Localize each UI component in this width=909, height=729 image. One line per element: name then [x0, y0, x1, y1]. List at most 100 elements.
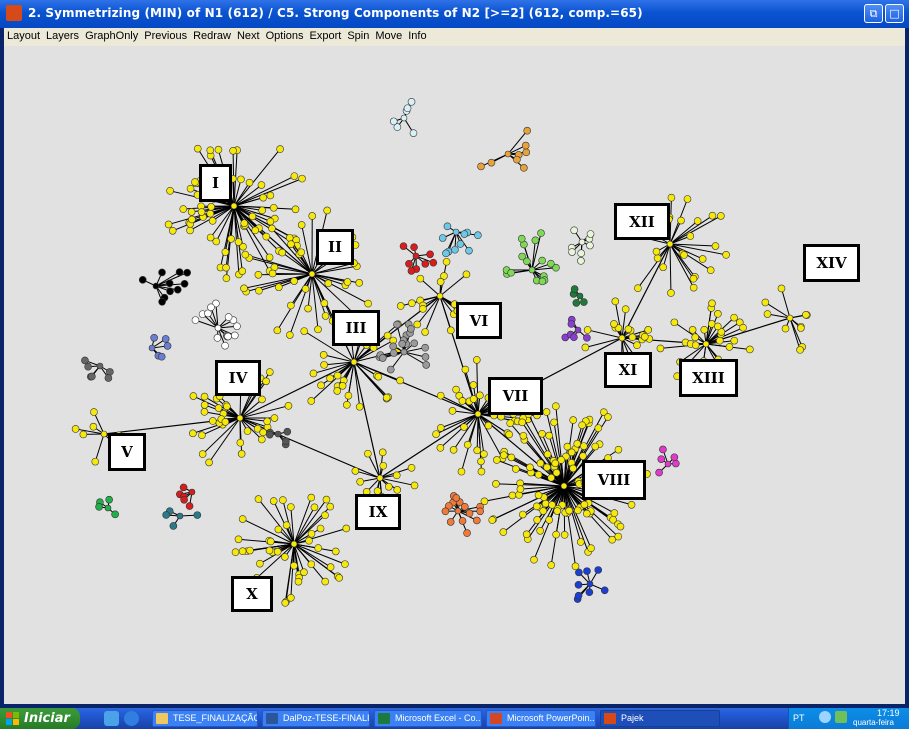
- graph-node[interactable]: [350, 358, 358, 366]
- graph-node[interactable]: [656, 344, 665, 353]
- graph-node[interactable]: [716, 336, 724, 345]
- graph-node[interactable]: [441, 507, 450, 516]
- graph-node[interactable]: [163, 342, 172, 350]
- graph-node[interactable]: [512, 465, 520, 473]
- task-button-word[interactable]: DalPoz-TESE-FINALI...: [262, 710, 370, 727]
- graph-node[interactable]: [583, 334, 591, 342]
- graph-node[interactable]: [447, 326, 455, 335]
- graph-node[interactable]: [91, 457, 100, 466]
- graph-node[interactable]: [552, 530, 560, 539]
- graph-node[interactable]: [212, 237, 221, 246]
- graph-node[interactable]: [714, 310, 722, 318]
- graph-node[interactable]: [398, 340, 406, 348]
- graph-node[interactable]: [458, 397, 467, 405]
- graph-node[interactable]: [442, 249, 450, 258]
- graph-node[interactable]: [273, 547, 282, 556]
- graph-node[interactable]: [538, 277, 547, 286]
- graph-node[interactable]: [379, 461, 388, 470]
- graph-node[interactable]: [265, 430, 274, 439]
- graph-node[interactable]: [148, 344, 156, 352]
- graph-node[interactable]: [443, 222, 452, 231]
- graph-node[interactable]: [300, 568, 308, 577]
- menu-next[interactable]: Next: [234, 28, 263, 42]
- graph-node[interactable]: [287, 593, 295, 602]
- graph-node[interactable]: [287, 503, 295, 511]
- graph-node[interactable]: [222, 263, 230, 272]
- graph-node[interactable]: [298, 174, 306, 183]
- menu-options[interactable]: Options: [263, 28, 307, 42]
- graph-node[interactable]: [344, 391, 353, 400]
- graph-node[interactable]: [263, 417, 271, 426]
- graph-node[interactable]: [534, 491, 543, 499]
- menu-layout[interactable]: Layout: [4, 28, 43, 42]
- graph-node[interactable]: [188, 488, 196, 496]
- graph-node[interactable]: [463, 440, 472, 449]
- graph-node[interactable]: [166, 187, 174, 195]
- graph-node[interactable]: [664, 460, 672, 468]
- graph-node[interactable]: [189, 392, 198, 400]
- graph-node[interactable]: [538, 256, 546, 265]
- graph-node[interactable]: [262, 232, 271, 241]
- graph-node[interactable]: [545, 431, 553, 440]
- graph-node[interactable]: [290, 172, 299, 180]
- menu-graphonly[interactable]: GraphOnly: [82, 28, 141, 42]
- graph-node[interactable]: [238, 515, 247, 523]
- graph-node[interactable]: [300, 327, 308, 335]
- graph-node[interactable]: [255, 286, 263, 295]
- restore-button[interactable]: ⧉: [864, 4, 883, 23]
- graph-node[interactable]: [436, 278, 445, 286]
- graph-node[interactable]: [283, 427, 292, 436]
- graph-node[interactable]: [297, 221, 306, 229]
- graph-node[interactable]: [618, 334, 626, 342]
- start-button[interactable]: Iniciar: [0, 708, 80, 729]
- graph-node[interactable]: [484, 421, 493, 430]
- graph-node[interactable]: [198, 450, 207, 458]
- graph-node[interactable]: [238, 547, 247, 555]
- graph-node[interactable]: [206, 209, 215, 218]
- graph-node[interactable]: [176, 512, 184, 520]
- graph-node[interactable]: [262, 377, 270, 386]
- graph-node[interactable]: [89, 422, 98, 431]
- graph-node[interactable]: [205, 458, 213, 467]
- graph-node[interactable]: [266, 217, 275, 226]
- graph-node[interactable]: [236, 438, 245, 447]
- graph-node[interactable]: [257, 435, 266, 444]
- graph-node[interactable]: [528, 266, 536, 274]
- graph-node[interactable]: [570, 226, 578, 235]
- show-desktop-icon[interactable]: [104, 711, 119, 726]
- graph-node[interactable]: [376, 474, 384, 482]
- graph-node[interactable]: [254, 270, 263, 279]
- graph-node[interactable]: [158, 298, 166, 306]
- graph-node[interactable]: [322, 495, 331, 504]
- graph-node[interactable]: [165, 279, 174, 288]
- graph-node[interactable]: [580, 500, 589, 509]
- graph-node[interactable]: [686, 232, 695, 240]
- graph-node[interactable]: [281, 599, 290, 607]
- graph-node[interactable]: [426, 250, 434, 259]
- graph-node[interactable]: [209, 417, 217, 425]
- graph-node[interactable]: [389, 117, 398, 126]
- graph-node[interactable]: [342, 524, 351, 533]
- graph-node[interactable]: [301, 285, 310, 293]
- graph-node[interactable]: [691, 333, 700, 342]
- graph-node[interactable]: [530, 555, 538, 564]
- graph-node[interactable]: [188, 215, 196, 224]
- menu-layers[interactable]: Layers: [43, 28, 82, 42]
- graph-node[interactable]: [653, 254, 662, 262]
- graph-node[interactable]: [317, 381, 325, 390]
- graph-node[interactable]: [457, 467, 466, 476]
- graph-node[interactable]: [452, 228, 460, 236]
- graph-node[interactable]: [547, 259, 555, 268]
- graph-node[interactable]: [436, 444, 445, 452]
- graph-node[interactable]: [104, 374, 113, 382]
- graph-node[interactable]: [355, 279, 363, 287]
- graph-node[interactable]: [245, 178, 254, 187]
- graph-node[interactable]: [259, 193, 268, 202]
- graph-node[interactable]: [273, 326, 282, 335]
- graph-node[interactable]: [221, 341, 229, 350]
- graph-node[interactable]: [389, 342, 397, 351]
- graph-node[interactable]: [256, 559, 264, 568]
- graph-node[interactable]: [600, 586, 609, 595]
- graph-node[interactable]: [568, 248, 576, 256]
- graph-node[interactable]: [505, 430, 513, 439]
